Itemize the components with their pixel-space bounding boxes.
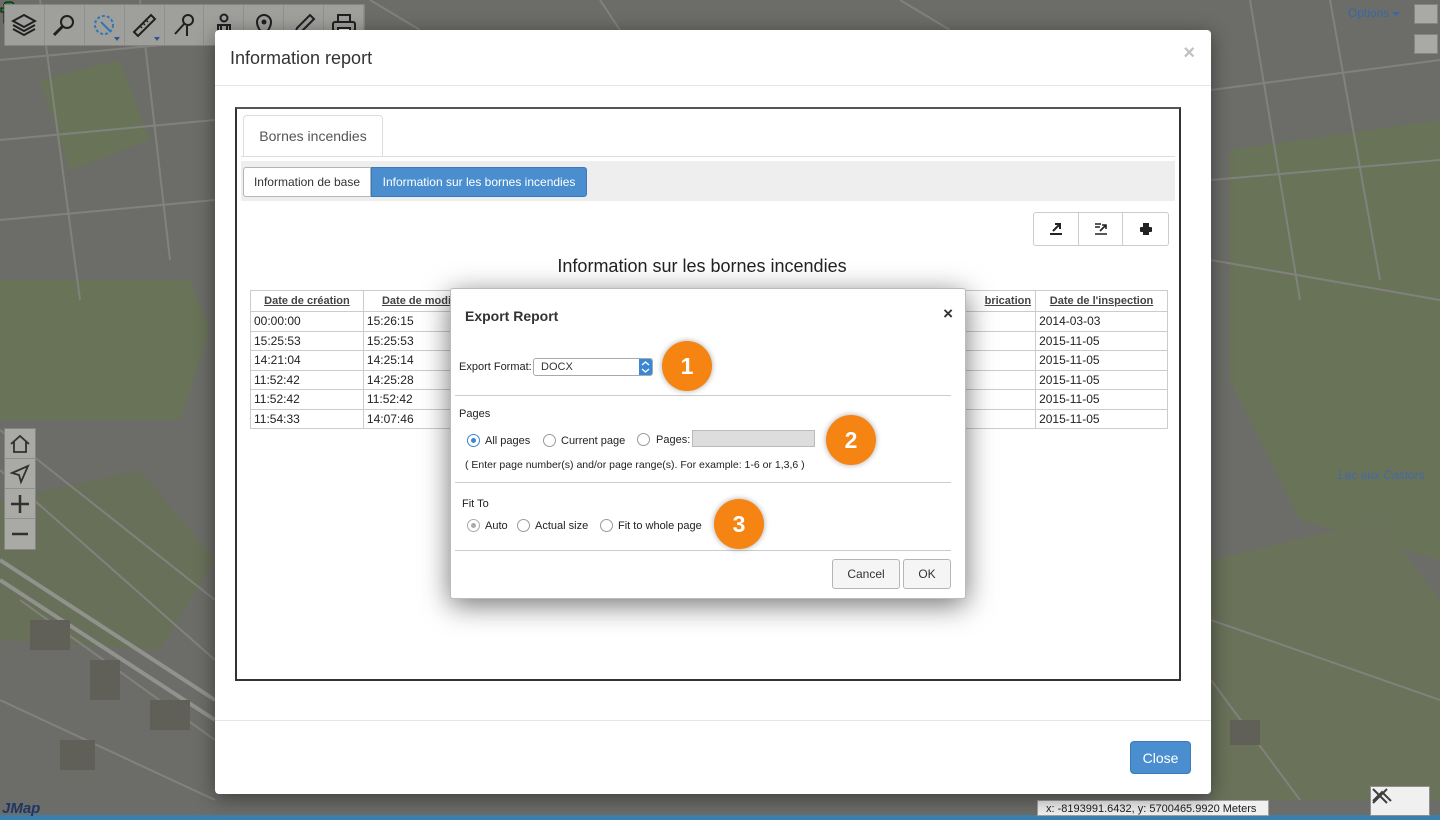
pages-range-radio[interactable]: [637, 433, 650, 446]
export-report-dialog: Export Report × Export Format: DOCX Page…: [450, 288, 966, 599]
fit-auto-label: Auto: [485, 520, 508, 532]
export-dialog-close-button[interactable]: ×: [943, 304, 953, 324]
column-header-date-creation[interactable]: Date de création: [250, 290, 364, 312]
export-dialog-title: Export Report: [465, 308, 559, 324]
fit-actual-size-radio[interactable]: [517, 519, 530, 532]
column-header-date-inspection[interactable]: Date de l'inspection: [1035, 290, 1168, 312]
fit-auto-radio[interactable]: [467, 519, 480, 532]
close-button[interactable]: Close: [1130, 741, 1191, 774]
table-cell: 2015-11-05: [1035, 350, 1168, 371]
print-report-button[interactable]: [1123, 213, 1168, 245]
section-divider: [455, 482, 951, 483]
subtab-bar: Information de base Information sur les …: [241, 161, 1175, 201]
print-report-icon: [1139, 223, 1152, 235]
ok-button[interactable]: OK: [903, 559, 951, 589]
modal-close-button[interactable]: ×: [1183, 42, 1195, 65]
export-data-button[interactable]: [1079, 213, 1124, 245]
section-divider: [455, 550, 951, 551]
report-title: Information sur les bornes incendies: [557, 256, 847, 276]
all-pages-radio[interactable]: [467, 434, 480, 447]
table-cell: 11:52:42: [250, 389, 364, 410]
export-data-icon: [1094, 223, 1107, 235]
current-page-label: Current page: [561, 435, 626, 447]
export-format-label: Export Format:: [459, 361, 532, 373]
table-cell: 11:54:33: [250, 408, 364, 429]
callout-badge-3: 3: [714, 499, 764, 549]
modal-title: Information report: [230, 48, 373, 68]
table-cell: 11:52:42: [250, 369, 364, 390]
table-cell: 2015-11-05: [1035, 369, 1168, 390]
table-cell: 00:00:00: [250, 311, 364, 332]
callout-badge-2: 2: [826, 415, 876, 465]
fit-whole-page-radio[interactable]: [600, 519, 613, 532]
pages-range-input[interactable]: [692, 430, 815, 447]
export-icon: [1049, 223, 1062, 235]
table-cell: 2015-11-05: [1035, 330, 1168, 351]
fit-to-section-label: Fit To: [462, 498, 489, 510]
pages-section-label: Pages: [459, 408, 491, 420]
modal-footer: Close: [215, 720, 1211, 794]
report-tools: [1033, 212, 1169, 246]
all-pages-label: All pages: [485, 435, 531, 447]
fit-whole-page-label: Fit to whole page: [618, 520, 702, 532]
table-cell: 2015-11-05: [1035, 408, 1168, 429]
table-cell: 15:25:53: [250, 330, 364, 351]
current-page-radio[interactable]: [543, 434, 556, 447]
export-format-select[interactable]: DOCX: [533, 358, 653, 376]
export-format-value: DOCX: [541, 361, 573, 373]
section-divider: [455, 395, 951, 396]
pages-range-label: Pages:: [656, 434, 691, 446]
callout-badge-1: 1: [662, 341, 712, 391]
cancel-button[interactable]: Cancel: [832, 559, 900, 589]
modal-header: Information report ×: [215, 30, 1211, 86]
subtab-information-de-base[interactable]: Information de base: [243, 167, 371, 197]
table-cell: 2014-03-03: [1035, 311, 1168, 332]
export-report-button[interactable]: [1034, 213, 1079, 245]
fit-actual-size-label: Actual size: [535, 520, 589, 532]
table-cell: 2015-11-05: [1035, 389, 1168, 410]
tab-bornes-incendies[interactable]: Bornes incendies: [243, 115, 383, 157]
table-cell: 14:21:04: [250, 350, 364, 371]
tab-divider: [241, 156, 1175, 157]
pages-hint: ( Enter page number(s) and/or page range…: [465, 459, 805, 471]
select-arrows-icon: [639, 359, 652, 375]
subtab-information-bornes[interactable]: Information sur les bornes incendies: [371, 167, 587, 197]
